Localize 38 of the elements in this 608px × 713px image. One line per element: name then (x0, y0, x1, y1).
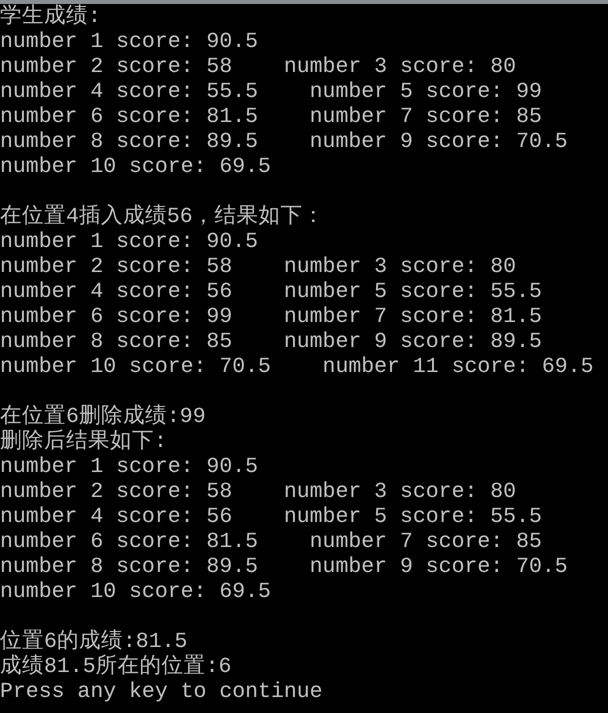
console-text: number 3 score: 80 (284, 255, 516, 280)
console-text: number 6 score: 99 (0, 305, 232, 330)
console-text: number 10 score: 70.5 (0, 355, 271, 380)
console-text: number 1 score: 90.5 (0, 230, 258, 255)
console-text: number 5 score: 55.5 (284, 505, 542, 530)
console-text: number 11 score: 69.5 (322, 355, 594, 380)
console-text: number 9 score: 70.5 (310, 130, 568, 155)
console-text: number 7 score: 81.5 (284, 305, 542, 330)
console-text: number 1 score: 90.5 (0, 455, 258, 480)
console-text: Press any key to continue (0, 680, 323, 705)
console-text: 在位置4插入成绩56，结果如下： (0, 205, 325, 230)
console-text: number 8 score: 89.5 (0, 555, 258, 580)
console-text: number 7 score: 85 (310, 530, 542, 555)
console-text: 删除后结果如下: (0, 430, 167, 455)
console-text: number 3 score: 80 (284, 55, 516, 80)
console-text: number 2 score: 58 (0, 55, 232, 80)
console-text: number 1 score: 90.5 (0, 30, 258, 55)
console-text: 学生成绩: (0, 5, 101, 30)
console-text: number 2 score: 58 (0, 255, 232, 280)
console-text: number 9 score: 70.5 (310, 555, 568, 580)
console-text: number 4 score: 55.5 (0, 80, 258, 105)
console-text: number 3 score: 80 (284, 480, 516, 505)
console-text: number 8 score: 89.5 (0, 130, 258, 155)
console-text: number 4 score: 56 (0, 280, 232, 305)
console-text: number 5 score: 55.5 (284, 280, 542, 305)
console-text: number 10 score: 69.5 (0, 580, 271, 605)
console-text: number 2 score: 58 (0, 480, 232, 505)
console-text: 成绩81.5所在的位置:6 (0, 655, 232, 680)
console-text: number 8 score: 85 (0, 330, 232, 355)
console-text: number 6 score: 81.5 (0, 530, 258, 555)
console-text: number 5 score: 99 (310, 80, 542, 105)
console-text: 位置6的成绩:81.5 (0, 630, 188, 654)
console-text: number 7 score: 85 (310, 105, 542, 130)
console-text: number 6 score: 81.5 (0, 105, 258, 130)
console-text: number 10 score: 69.5 (0, 155, 271, 180)
console-text: number 9 score: 89.5 (284, 330, 542, 355)
console-text: number 4 score: 56 (0, 505, 232, 530)
console-text: 在位置6删除成绩:99 (0, 405, 206, 429)
